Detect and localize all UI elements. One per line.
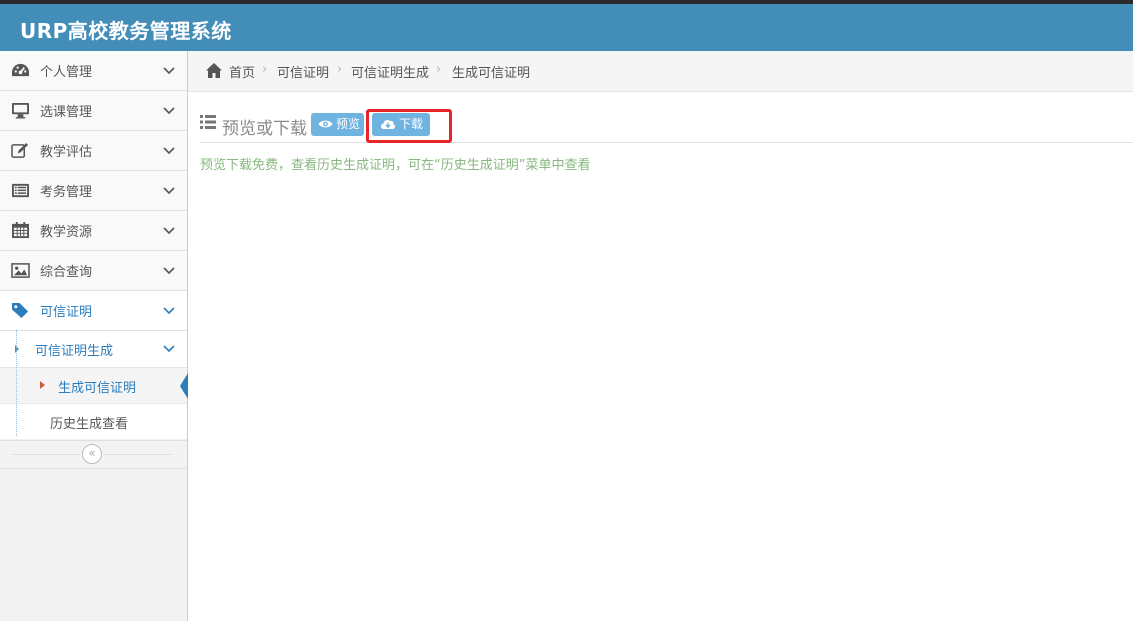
- tachometer-icon: [12, 63, 29, 77]
- app-header: URP高校教务管理系统: [0, 4, 1133, 51]
- sidebar: 个人管理 选课管理 教学评估 考务管理 教学资源 综合查询 可信证明 可信证明生…: [0, 51, 188, 621]
- sidebar-item-label: 个人管理: [40, 65, 93, 80]
- chevron-down-icon: [163, 67, 175, 75]
- preview-button[interactable]: 预览: [311, 113, 364, 136]
- chevron-down-icon: [163, 187, 175, 195]
- eye-icon: [318, 120, 333, 128]
- sidebar-item-label: 选课管理: [40, 105, 93, 120]
- chevron-down-icon: [163, 107, 175, 115]
- submenu-item-generate-certificate[interactable]: 生成可信证明: [0, 368, 188, 404]
- home-icon: [206, 63, 222, 78]
- divider: [12, 454, 80, 455]
- list-icon: [200, 115, 216, 129]
- sidebar-item-evaluation[interactable]: 教学评估: [0, 131, 187, 171]
- submenu-item-label: 生成可信证明: [58, 381, 137, 396]
- breadcrumb-separator: ›: [436, 62, 442, 77]
- double-chevron-left-icon[interactable]: «: [82, 444, 102, 464]
- sidebar-item-personal[interactable]: 个人管理: [0, 51, 187, 91]
- page-title: 预览或下载: [222, 119, 307, 139]
- picture-icon: [11, 263, 30, 278]
- breadcrumb-home[interactable]: 首页: [229, 62, 255, 81]
- preview-button-label: 预览: [336, 117, 361, 131]
- list-alt-icon: [12, 183, 29, 198]
- breadcrumb-item[interactable]: 可信证明: [277, 62, 329, 81]
- chevron-down-icon: [163, 345, 175, 353]
- sidebar-item-course-selection[interactable]: 选课管理: [0, 91, 187, 131]
- calendar-icon: [12, 222, 29, 239]
- sidebar-item-exam[interactable]: 考务管理: [0, 171, 187, 211]
- sidebar-item-label: 教学资源: [40, 225, 93, 240]
- sidebar-item-label: 可信证明: [40, 305, 93, 320]
- page-header: 预览或下载 预览 下载: [200, 108, 1133, 143]
- sidebar-item-resources[interactable]: 教学资源: [0, 211, 187, 251]
- sidebar-item-query[interactable]: 综合查询: [0, 251, 187, 291]
- notice-text: 预览下载免费，查看历史生成证明，可在“历史生成证明”菜单中查看: [200, 158, 591, 173]
- submenu-tree-line: [16, 330, 17, 436]
- breadcrumb-item[interactable]: 可信证明生成: [351, 62, 429, 81]
- chevron-down-icon: [163, 307, 175, 315]
- submenu-label: 可信证明生成: [35, 344, 114, 359]
- chevron-down-icon: [163, 147, 175, 155]
- active-indicator: [180, 373, 188, 399]
- submenu-item-label: 历史生成查看: [50, 417, 129, 432]
- submenu-item-history[interactable]: 历史生成查看: [0, 404, 187, 440]
- chevron-down-icon: [163, 267, 175, 275]
- sidebar-item-label: 教学评估: [40, 145, 93, 160]
- breadcrumb: 首页 › 可信证明 › 可信证明生成 › 生成可信证明: [188, 51, 1133, 92]
- breadcrumb-separator: ›: [337, 62, 343, 77]
- pencil-square-icon: [11, 142, 29, 158]
- chevron-down-icon: [163, 227, 175, 235]
- tag-icon: [12, 302, 29, 319]
- sidebar-item-label: 考务管理: [40, 185, 93, 200]
- caret-right-icon: [40, 381, 45, 389]
- divider: [104, 454, 172, 455]
- sidebar-item-certificate[interactable]: 可信证明: [0, 291, 187, 331]
- sidebar-item-label: 综合查询: [40, 265, 93, 280]
- submenu-certificate-generate[interactable]: 可信证明生成: [0, 331, 187, 368]
- desktop-icon: [12, 102, 29, 119]
- breadcrumb-separator: ›: [262, 62, 268, 77]
- breadcrumb-current: 生成可信证明: [452, 66, 531, 81]
- sidebar-collapse-bar: «: [0, 440, 187, 469]
- highlight-box: [366, 109, 452, 143]
- app-title[interactable]: URP高校教务管理系统: [20, 15, 232, 44]
